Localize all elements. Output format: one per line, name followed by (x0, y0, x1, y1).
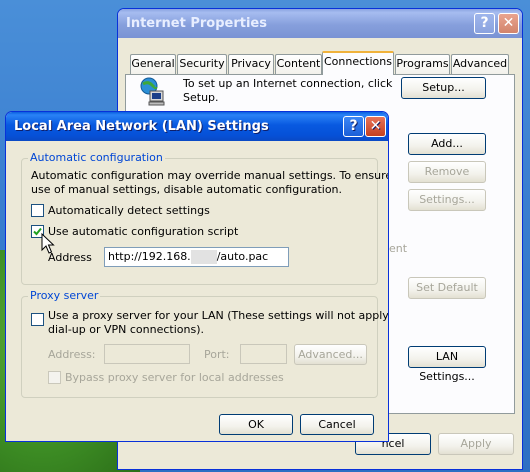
lan-dialog-titlebar: Local Area Network (LAN) Settings ? ✕ (6, 112, 388, 141)
set-default-button[interactable]: Set Default (408, 277, 486, 299)
settings-button[interactable]: Settings... (408, 189, 486, 211)
advanced-button[interactable]: Advanced... (294, 344, 367, 365)
address-prefix: http://192.168. (108, 250, 191, 263)
tab-privacy[interactable]: Privacy (228, 54, 274, 74)
setup-description-line1: To set up an Internet connection, click (183, 77, 393, 90)
proxy-address-label: Address: (48, 348, 96, 361)
add-button[interactable]: Add... (408, 133, 486, 155)
apply-button[interactable]: Apply (438, 433, 514, 455)
close-button[interactable]: ✕ (498, 13, 519, 34)
use-proxy-checkbox[interactable] (31, 313, 44, 326)
network-globe-icon (140, 77, 166, 107)
lan-settings-dialog: Local Area Network (LAN) Settings ? ✕ Au… (5, 111, 389, 442)
tab-general[interactable]: General (130, 54, 176, 74)
mouse-cursor-icon (41, 232, 55, 255)
tab-security[interactable]: Security (177, 54, 227, 74)
use-proxy-label-line1: Use a proxy server for your LAN (These s… (48, 309, 389, 322)
proxy-address-input[interactable] (104, 344, 190, 364)
proxy-port-label: Port: (204, 348, 230, 361)
internet-properties-titlebar: Internet Properties ? ✕ (118, 9, 522, 38)
address-suffix: /auto.pac (216, 250, 269, 263)
setup-description-line2: Setup. (183, 91, 219, 104)
tab-content[interactable]: Content (275, 54, 322, 74)
tab-programs[interactable]: Programs (395, 54, 450, 74)
tab-advanced[interactable]: Advanced (451, 54, 509, 74)
proxy-server-label: Proxy server (28, 289, 101, 302)
auto-detect-checkbox[interactable] (31, 204, 44, 217)
partial-text: ent (389, 242, 408, 255)
bypass-checkbox[interactable] (48, 371, 61, 384)
proxy-port-input[interactable] (240, 344, 287, 364)
bypass-label: Bypass proxy server for local addresses (65, 371, 284, 384)
lan-dialog-title: Local Area Network (LAN) Settings (14, 119, 269, 134)
use-script-label: Use automatic configuration script (48, 225, 239, 238)
close-button[interactable]: ✕ (365, 116, 386, 137)
tab-connections[interactable]: Connections (322, 51, 394, 75)
remove-button[interactable]: Remove (408, 161, 486, 183)
auto-config-description-line2: use of manual settings, disable automati… (31, 183, 343, 196)
auto-config-description-line1: Automatic configuration may override man… (31, 169, 389, 182)
setup-button[interactable]: Setup... (401, 77, 486, 99)
address-input[interactable]: http://192.168. /auto.pac (104, 247, 289, 267)
auto-detect-label: Automatically detect settings (48, 204, 210, 217)
automatic-configuration-label: Automatic configuration (28, 151, 165, 164)
lan-settings-button[interactable]: LAN Settings... (408, 346, 486, 383)
cancel-button[interactable]: Cancel (300, 414, 374, 435)
use-proxy-label-line2: dial-up or VPN connections). (48, 323, 205, 336)
help-button[interactable]: ? (343, 116, 364, 137)
redacted-octets (190, 250, 217, 264)
ok-button[interactable]: OK (219, 414, 293, 435)
help-button[interactable]: ? (474, 13, 495, 34)
internet-properties-title: Internet Properties (126, 16, 267, 31)
